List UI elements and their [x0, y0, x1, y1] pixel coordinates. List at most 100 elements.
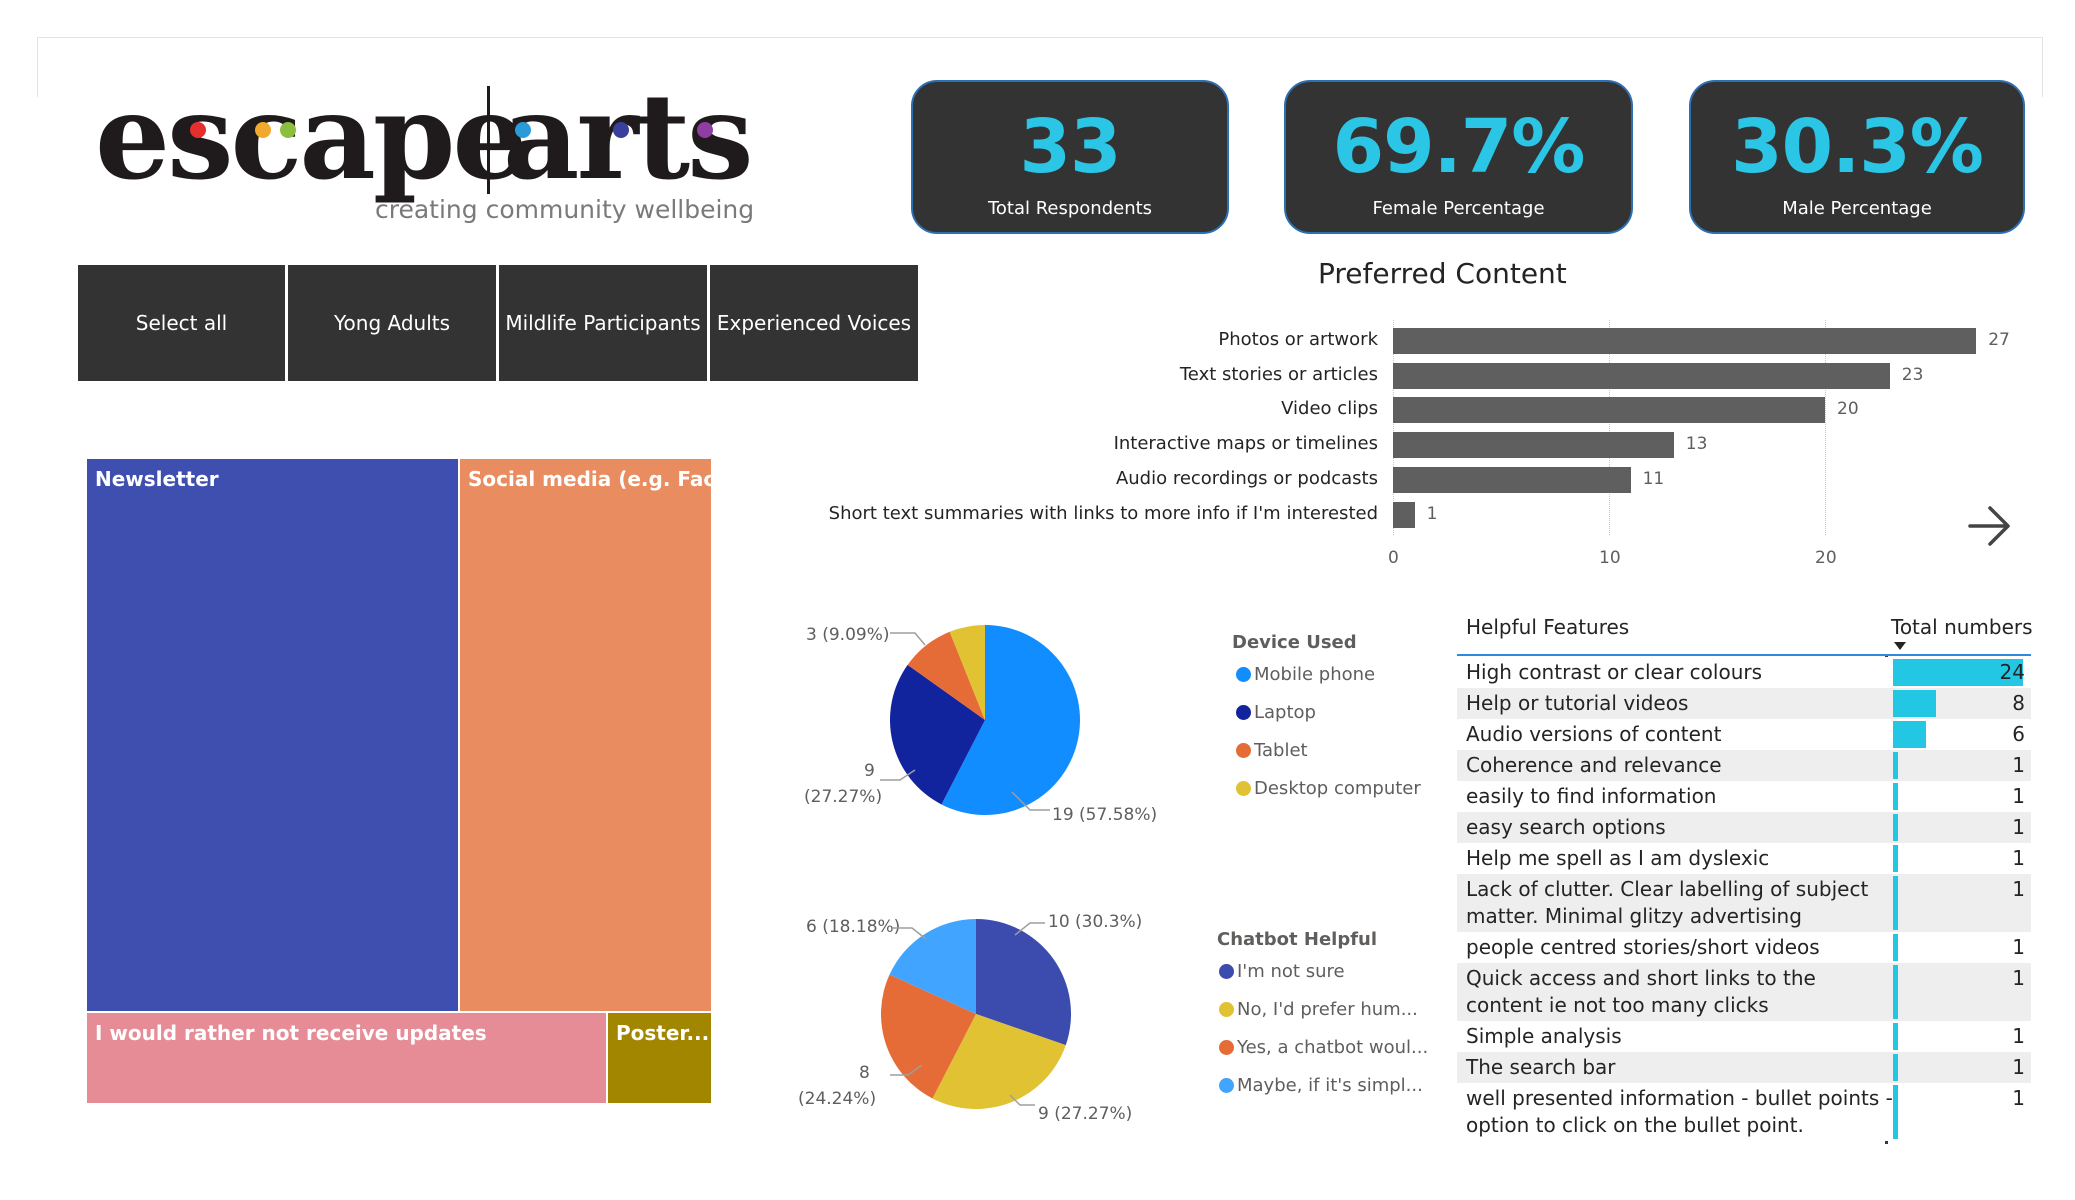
treemap-cell-social-media[interactable]: Social media (e.g. Fac...: [459, 458, 712, 1012]
device-legend-item[interactable]: Mobile phone: [1236, 664, 1375, 685]
table-row[interactable]: Quick access and short links to the cont…: [1457, 963, 2031, 1021]
feature-cell: Audio versions of content: [1466, 722, 1722, 746]
total-databar: [1893, 1085, 1899, 1139]
slicer-experienced-voices-button[interactable]: Experienced Voices: [710, 265, 918, 381]
legend-label: Desktop computer: [1254, 778, 1421, 799]
total-cell: 1: [2012, 1055, 2025, 1079]
feature-cell: Lack of clutter. Clear labelling of subj…: [1466, 877, 1869, 928]
escape-arts-logo: escape arts creating community wellbeing: [95, 67, 754, 238]
device-legend-item[interactable]: Laptop: [1236, 702, 1316, 723]
bar-category-label: Audio recordings or podcasts: [1115, 467, 1378, 489]
bar-category-label: Video clips: [1281, 398, 1378, 420]
bar-category-label: Interactive maps or timelines: [1113, 433, 1378, 455]
logo-divider: [487, 86, 490, 194]
table-row[interactable]: Audio versions of content 6: [1457, 719, 2031, 750]
table-row[interactable]: easily to find information 1: [1457, 781, 2031, 812]
bar-value-label: 27: [1988, 330, 2010, 350]
treemap-cell-newsletter[interactable]: Newsletter: [86, 458, 459, 1012]
total-cell: 6: [2012, 722, 2025, 746]
chatbot-legend-item[interactable]: I'm not sure: [1219, 961, 1345, 982]
x-tick-label: 10: [1599, 548, 1621, 568]
bar-value-label: 1: [1426, 503, 1438, 524]
bar-value-label: 13: [1685, 434, 1708, 455]
total-databar: [1893, 845, 1899, 872]
legend-label: Maybe, if it's simpl...: [1237, 1075, 1423, 1096]
kpi-label: Total Respondents: [987, 198, 1153, 219]
legend-label: Mobile phone: [1254, 664, 1376, 685]
bar-value-label: 11: [1642, 468, 1665, 489]
pie-label-yes-chatbot-pct: (24.24%): [798, 1089, 877, 1109]
legend-label: Tablet: [1254, 740, 1308, 761]
total-databar: [1893, 721, 1926, 748]
table-row[interactable]: Help me spell as I am dyslexic 1: [1457, 843, 2031, 874]
slicer-midlife-participants-button[interactable]: Mildlife Participants: [499, 265, 707, 381]
feature-cell: Quick access and short links to the cont…: [1466, 966, 1816, 1017]
col-header-total-numbers[interactable]: Total numbers: [1891, 615, 2033, 639]
total-databar: [1893, 690, 1937, 717]
pie-leader-line-mobile: [1011, 791, 1050, 811]
kpi-label: Male Percentage: [1782, 198, 1932, 219]
kpi-female-percentage: 69.7% Female Percentage: [1284, 80, 1633, 234]
table-row[interactable]: Lack of clutter. Clear labelling of subj…: [1457, 874, 2031, 932]
table-row[interactable]: well presented information - bullet poin…: [1457, 1083, 2031, 1141]
total-databar: [1893, 1023, 1899, 1050]
bar[interactable]: [1393, 466, 1631, 493]
logo-dot-blue: [515, 122, 531, 138]
table-row[interactable]: The search bar 1: [1457, 1052, 2031, 1083]
logo-word-escape: escape: [95, 67, 527, 206]
kpi-value: 33: [1019, 104, 1122, 190]
total-cell: 1: [2012, 753, 2025, 777]
pie-label-mobile: 19 (57.58%): [1052, 805, 1158, 825]
sort-descending-icon[interactable]: [1893, 641, 1907, 651]
table-row[interactable]: Help or tutorial videos 8: [1457, 688, 2031, 719]
total-databar: [1893, 876, 1899, 930]
table-row[interactable]: Simple analysis 1: [1457, 1021, 2031, 1052]
chatbot-legend-item[interactable]: Maybe, if it's simpl...: [1219, 1075, 1423, 1096]
total-cell: 1: [2012, 846, 2025, 870]
total-cell: 1: [2012, 815, 2025, 839]
slicer-young-adults-button[interactable]: Yong Adults: [288, 265, 496, 381]
feature-cell: well presented information - bullet poin…: [1466, 1086, 1893, 1137]
table-row[interactable]: High contrast or clear colours 24: [1457, 657, 2031, 688]
logo-word-arts: arts: [503, 67, 754, 206]
logo-dot-red: [190, 122, 206, 138]
treemap-cell-poster[interactable]: Poster...: [607, 1012, 712, 1104]
bar[interactable]: [1393, 432, 1674, 459]
total-cell: 8: [2012, 691, 2025, 715]
bar-category-label: Short text summaries with links to more …: [828, 502, 1378, 524]
logo-tagline: creating community wellbeing: [375, 195, 755, 224]
total-cell: 1: [2012, 784, 2025, 808]
legend-label: I'm not sure: [1237, 961, 1345, 982]
kpi-male-percentage: 30.3% Male Percentage: [1689, 80, 2025, 234]
preferred-content-title: Preferred Content: [1318, 257, 1567, 290]
bar-category-label: Text stories or articles: [1179, 363, 1378, 385]
device-legend-item[interactable]: Desktop computer: [1236, 778, 1421, 799]
col-header-helpful-features[interactable]: Helpful Features: [1466, 615, 1629, 639]
bar[interactable]: [1393, 362, 1890, 389]
total-cell: 1: [2012, 966, 2025, 990]
total-databar: [1893, 965, 1899, 1019]
kpi-label: Female Percentage: [1372, 198, 1545, 219]
table-row[interactable]: people centred stories/short videos 1: [1457, 932, 2031, 963]
bar[interactable]: [1393, 397, 1825, 424]
x-tick-label: 20: [1815, 548, 1837, 568]
logo-dot-green: [280, 122, 296, 138]
chatbot-legend-item[interactable]: Yes, a chatbot woul...: [1219, 1037, 1428, 1058]
legend-marker: [1219, 1040, 1234, 1055]
pie-leader-lines-chatbot: [890, 922, 1045, 1106]
slicer-select-all-button[interactable]: Select all: [78, 265, 285, 381]
treemap-cell-no-updates[interactable]: I would rather not receive updates: [86, 1012, 607, 1104]
legend-marker: [1236, 781, 1251, 796]
total-databar: [1893, 752, 1899, 779]
arrow-right-icon[interactable]: [1966, 504, 2014, 548]
device-legend-item[interactable]: Tablet: [1236, 740, 1308, 761]
total-cell: 1: [2012, 877, 2025, 901]
legend-marker: [1219, 1002, 1234, 1017]
pie-label-maybe: 6 (18.18%): [806, 917, 901, 937]
bar[interactable]: [1393, 328, 1977, 354]
feature-cell: easily to find information: [1466, 784, 1717, 808]
bar[interactable]: [1393, 501, 1415, 528]
chatbot-legend-item[interactable]: No, I'd prefer hum...: [1219, 999, 1418, 1020]
table-row[interactable]: easy search options 1: [1457, 812, 2031, 843]
table-row[interactable]: Coherence and relevance 1: [1457, 750, 2031, 781]
